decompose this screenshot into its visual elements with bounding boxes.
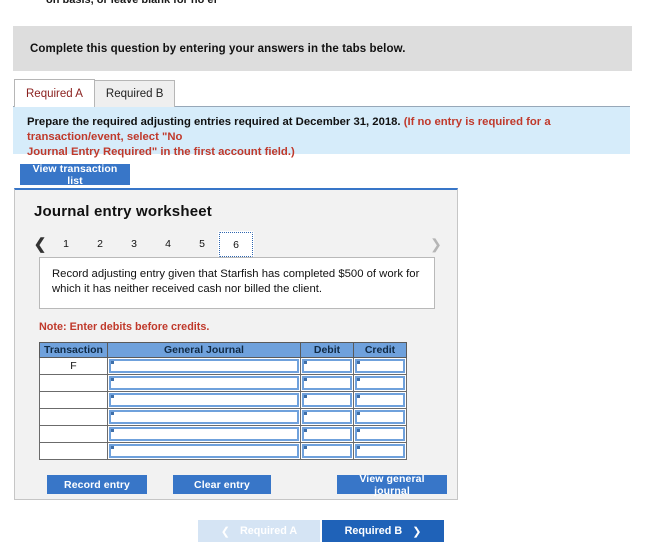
cell-debit[interactable] — [300, 391, 354, 409]
chevron-left-icon[interactable]: ❮ — [31, 235, 49, 253]
table-row — [39, 442, 407, 460]
pager-page-2[interactable]: 2 — [83, 232, 117, 257]
cell-credit[interactable] — [353, 442, 407, 460]
cell-credit[interactable] — [353, 391, 407, 409]
debit-input[interactable] — [302, 427, 352, 441]
chevron-right-icon[interactable]: ❯ — [427, 236, 445, 253]
cell-credit[interactable] — [353, 374, 407, 392]
view-transaction-list-button[interactable]: View transaction list — [20, 163, 130, 187]
cell-transaction[interactable] — [39, 391, 108, 409]
chevron-left-icon: ❮ — [220, 525, 230, 538]
credit-input[interactable] — [355, 410, 405, 424]
journal-entry-table: Transaction General Journal Debit Credit… — [39, 342, 407, 460]
next-button-label: Required B — [344, 525, 403, 537]
previous-button-label: Required A — [240, 525, 298, 537]
cell-transaction[interactable] — [39, 408, 108, 426]
debit-input[interactable] — [302, 393, 352, 407]
footer-navigation: ❮ Required A Required B ❯ — [0, 520, 659, 544]
tab-bar: Required A Required B — [14, 79, 176, 107]
prepare-instruction-box: Prepare the required adjusting entries r… — [13, 106, 630, 158]
tab-required-b[interactable]: Required B — [93, 80, 176, 107]
pager-page-3[interactable]: 3 — [117, 232, 151, 257]
pager-page-5[interactable]: 5 — [185, 232, 219, 257]
worksheet-pager: ❮ 1 2 3 4 5 6 ❯ — [31, 230, 445, 258]
cut-off-text: on basis, or leave blank for no effect. — [46, 0, 216, 6]
cell-transaction[interactable] — [39, 425, 108, 443]
page-root: on basis, or leave blank for no effect. … — [0, 0, 659, 548]
table-row — [39, 408, 407, 426]
entry-description-box: Record adjusting entry given that Starfi… — [39, 257, 435, 309]
cell-general-journal[interactable] — [107, 425, 301, 443]
debits-before-credits-note: Note: Enter debits before credits. — [39, 321, 210, 333]
general-journal-input[interactable] — [109, 427, 299, 441]
prepare-black-text: Prepare the required adjusting entries r… — [27, 116, 404, 128]
clear-entry-button[interactable]: Clear entry — [173, 475, 271, 494]
tab-required-a-label: Required A — [26, 87, 83, 100]
table-row — [39, 425, 407, 443]
credit-input[interactable] — [355, 427, 405, 441]
cell-credit[interactable] — [353, 408, 407, 426]
cell-debit[interactable] — [300, 408, 354, 426]
cell-general-journal[interactable] — [107, 374, 301, 392]
cell-general-journal[interactable] — [107, 391, 301, 409]
chevron-right-icon: ❯ — [412, 525, 422, 538]
general-journal-input[interactable] — [109, 359, 299, 373]
cell-credit[interactable] — [353, 357, 407, 375]
cell-debit[interactable] — [300, 442, 354, 460]
pager-page-4[interactable]: 4 — [151, 232, 185, 257]
general-journal-input[interactable] — [109, 393, 299, 407]
cell-debit[interactable] — [300, 425, 354, 443]
cell-transaction[interactable] — [39, 442, 108, 460]
worksheet-action-buttons: Record entry Clear entry View general jo… — [39, 473, 447, 497]
complete-question-text: Complete this question by entering your … — [30, 42, 406, 55]
prepare-line-2: Journal Entry Required" in the first acc… — [27, 145, 616, 160]
table-row — [39, 374, 407, 392]
column-header-credit: Credit — [353, 342, 407, 358]
cell-transaction[interactable] — [39, 374, 108, 392]
credit-input[interactable] — [355, 359, 405, 373]
credit-input[interactable] — [355, 376, 405, 390]
worksheet-title: Journal entry worksheet — [34, 203, 212, 220]
cell-transaction[interactable]: F — [39, 357, 108, 375]
general-journal-input[interactable] — [109, 410, 299, 424]
credit-input[interactable] — [355, 444, 405, 458]
tab-required-a[interactable]: Required A — [14, 79, 95, 107]
credit-input[interactable] — [355, 393, 405, 407]
complete-question-bar: Complete this question by entering your … — [13, 26, 632, 71]
prepare-red-text-2: Journal Entry Required" in the first acc… — [27, 146, 295, 158]
record-entry-button[interactable]: Record entry — [47, 475, 147, 494]
cell-debit[interactable] — [300, 374, 354, 392]
column-header-debit: Debit — [300, 342, 354, 358]
entry-description-line-2: which it has neither received cash nor b… — [52, 283, 323, 295]
cell-general-journal[interactable] — [107, 408, 301, 426]
debit-input[interactable] — [302, 359, 352, 373]
general-journal-input[interactable] — [109, 444, 299, 458]
cell-debit[interactable] — [300, 357, 354, 375]
tab-required-b-label: Required B — [105, 88, 164, 100]
pager-page-1[interactable]: 1 — [49, 232, 83, 257]
table-row: F — [39, 357, 407, 375]
debit-input[interactable] — [302, 444, 352, 458]
debit-input[interactable] — [302, 410, 352, 424]
next-required-b-button[interactable]: Required B ❯ — [322, 520, 444, 542]
cell-credit[interactable] — [353, 425, 407, 443]
prepare-line-1: Prepare the required adjusting entries r… — [27, 115, 616, 145]
cell-general-journal[interactable] — [107, 357, 301, 375]
cut-off-text-sliver: on basis, or leave blank for no effect. — [46, 0, 216, 7]
general-journal-input[interactable] — [109, 376, 299, 390]
cell-general-journal[interactable] — [107, 442, 301, 460]
column-header-transaction: Transaction — [39, 342, 108, 358]
view-general-journal-button[interactable]: View general journal — [337, 473, 447, 497]
pager-page-6-selected[interactable]: 6 — [218, 230, 254, 258]
column-header-general-journal: General Journal — [107, 342, 301, 358]
table-header-row: Transaction General Journal Debit Credit — [39, 342, 407, 358]
table-row — [39, 391, 407, 409]
debit-input[interactable] — [302, 376, 352, 390]
journal-entry-worksheet-panel: Journal entry worksheet ❮ 1 2 3 4 5 6 ❯ … — [14, 188, 458, 500]
previous-required-a-button[interactable]: ❮ Required A — [198, 520, 320, 542]
entry-description-line-1: Record adjusting entry given that Starfi… — [52, 268, 420, 280]
